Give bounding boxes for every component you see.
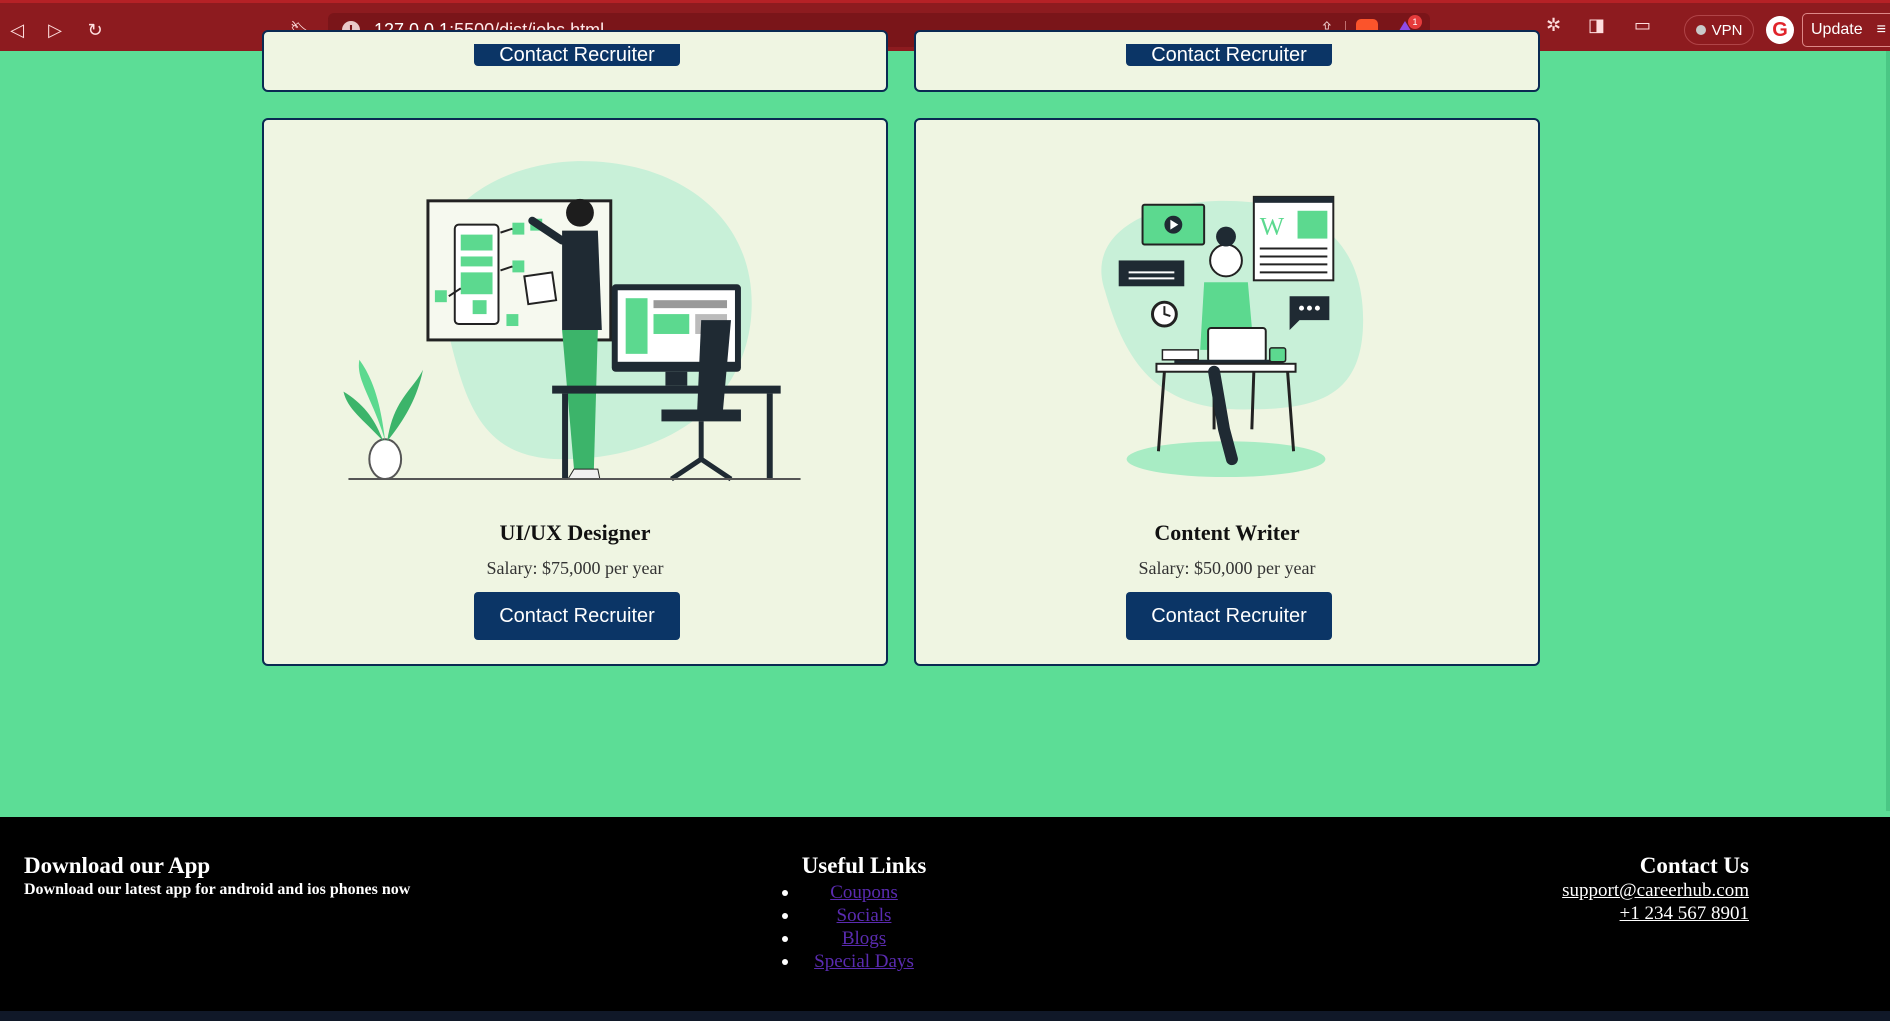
wallet-icon[interactable]: ▭ xyxy=(1634,15,1651,36)
footer-contact-title: Contact Us xyxy=(1639,853,1749,878)
job-title: UI/UX Designer xyxy=(499,520,651,545)
reload-icon[interactable]: ↻ xyxy=(80,15,110,45)
list-item: Special Days xyxy=(740,950,988,973)
useful-links-section: Useful Links Coupons Socials Blogs Speci… xyxy=(740,853,988,973)
update-button[interactable]: Update ≡ xyxy=(1802,13,1890,47)
designer-at-board-icon xyxy=(343,161,801,482)
scrollbar[interactable] xyxy=(1886,51,1890,811)
contact-recruiter-button[interactable]: Contact Recruiter xyxy=(1126,592,1332,640)
vpn-button[interactable]: VPN xyxy=(1684,15,1754,45)
job-salary: Salary: $75,000 per year xyxy=(486,558,664,578)
download-app-section: Download our App Download our latest app… xyxy=(24,853,410,899)
footer-links-title: Useful Links xyxy=(801,853,927,878)
link-blogs[interactable]: Blogs xyxy=(842,928,886,949)
extensions-icon[interactable]: ✲ xyxy=(1546,15,1561,36)
job-title: Content Writer xyxy=(1154,520,1300,545)
contact-phone-link[interactable]: +1 234 567 8901 xyxy=(1562,902,1749,925)
footer-app-text: Download our latest app for android and … xyxy=(24,881,411,898)
job-card-content-writer: W Content Writer Salary: $50,000 per yea… xyxy=(914,118,1540,666)
contact-recruiter-button[interactable]: Contact Recruiter xyxy=(1126,44,1332,66)
menu-icon[interactable]: ≡ xyxy=(1877,21,1886,39)
contact-section: Contact Us support@careerhub.com +1 234 … xyxy=(1562,853,1749,925)
contact-recruiter-button[interactable]: Contact Recruiter xyxy=(474,592,680,640)
list-item: Socials xyxy=(740,904,988,927)
writer-at-desk-icon: W xyxy=(1101,195,1364,478)
sidebar-icon[interactable]: ◨ xyxy=(1588,15,1605,36)
back-icon[interactable]: ◁ xyxy=(2,15,32,45)
vpn-status-icon xyxy=(1695,25,1706,35)
contact-email-link[interactable]: support@careerhub.com xyxy=(1562,879,1749,902)
link-socials[interactable]: Socials xyxy=(837,905,892,926)
rewards-badge: 1 xyxy=(1408,15,1422,29)
list-item: Blogs xyxy=(740,927,988,950)
forward-icon[interactable]: ▷ xyxy=(40,15,70,45)
job-salary: Salary: $50,000 per year xyxy=(1138,558,1316,578)
svg-text:W: W xyxy=(1260,212,1285,241)
list-item: Coupons xyxy=(740,881,988,904)
link-coupons[interactable]: Coupons xyxy=(830,882,898,903)
contact-recruiter-button[interactable]: Contact Recruiter xyxy=(474,44,680,66)
footer-links-list: Coupons Socials Blogs Special Days xyxy=(740,881,988,973)
job-card-uiux-designer: UI/UX Designer Salary: $75,000 per year … xyxy=(262,118,888,666)
site-footer: Download our App Download our latest app… xyxy=(0,817,1890,1011)
footer-app-title: Download our App xyxy=(24,853,211,878)
os-taskbar xyxy=(0,1011,1890,1021)
link-special-days[interactable]: Special Days xyxy=(814,951,914,972)
job-card-partial: Contact Recruiter xyxy=(262,30,888,92)
job-card-partial: Contact Recruiter xyxy=(914,30,1540,92)
profile-icon[interactable]: G xyxy=(1766,16,1794,44)
